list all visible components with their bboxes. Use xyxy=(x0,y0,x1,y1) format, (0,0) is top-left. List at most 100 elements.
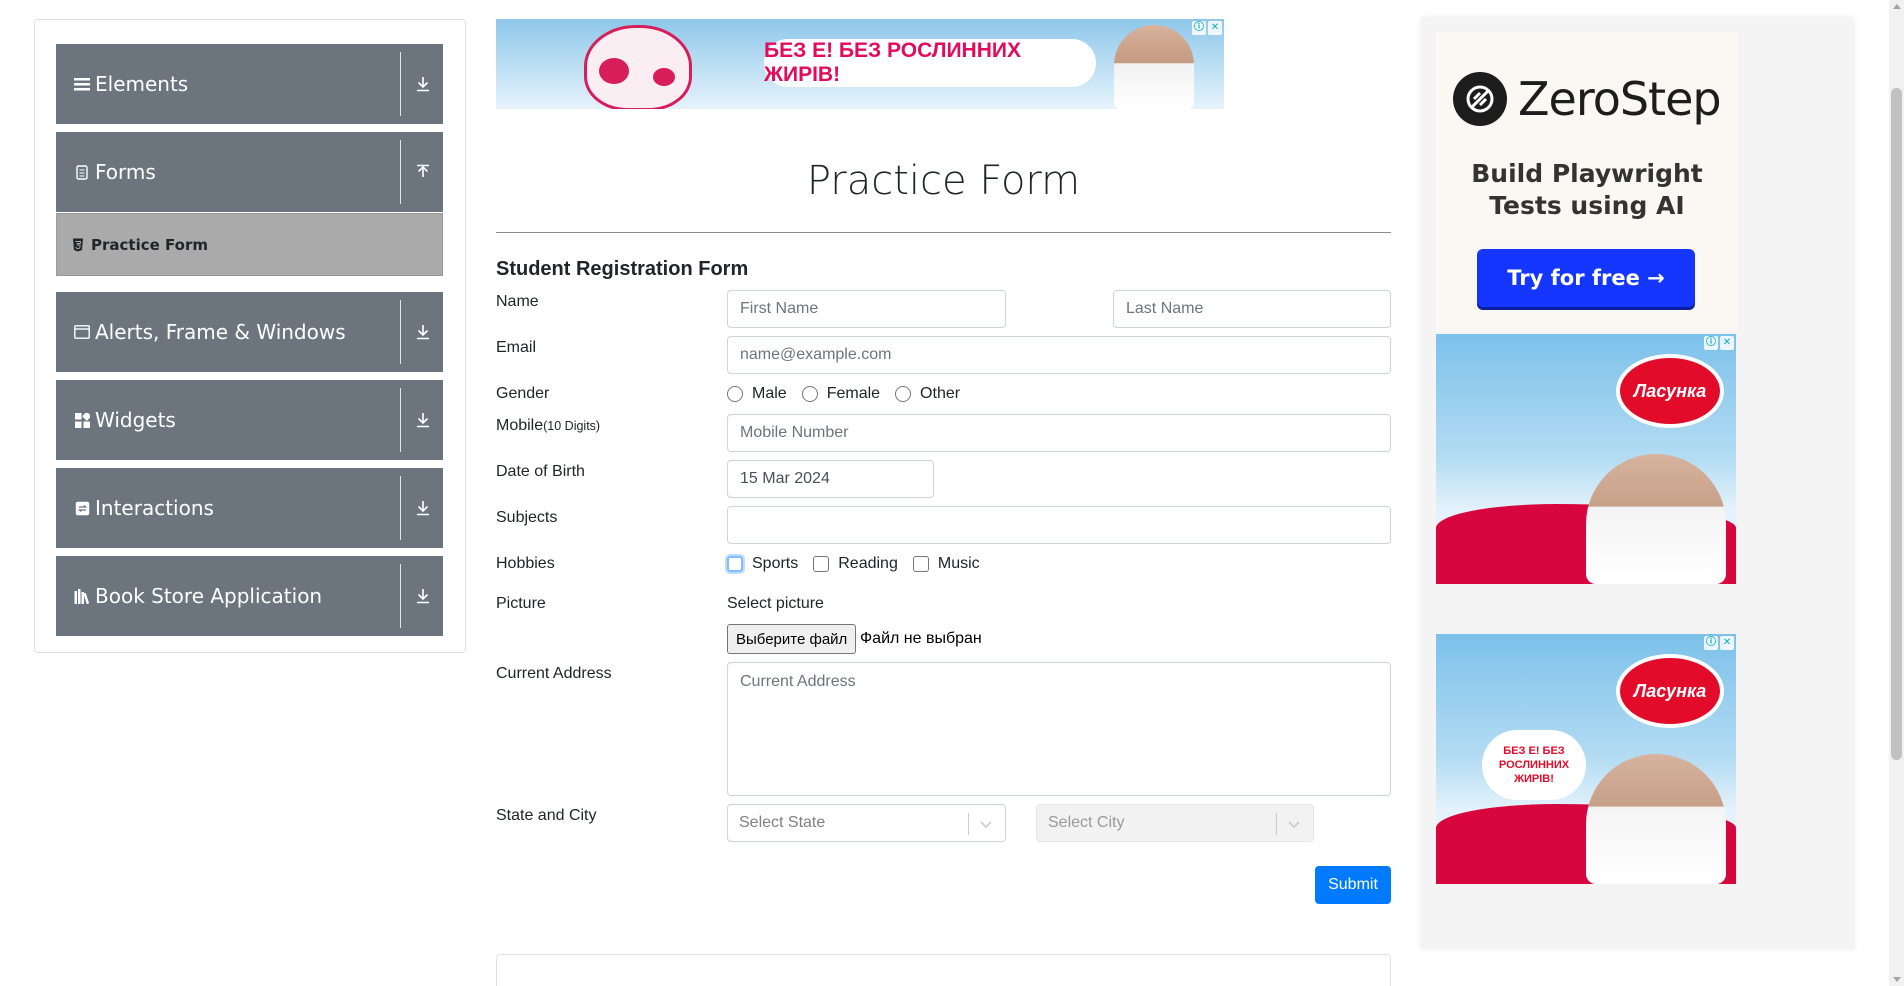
zerostep-brand-name: ZeroStep xyxy=(1518,72,1722,126)
chevron-down-icon[interactable] xyxy=(1285,815,1303,833)
group-divider xyxy=(400,388,401,452)
sidebar-group-label: Book Store Application xyxy=(95,584,323,608)
mobile-input[interactable]: Mobile Number xyxy=(727,414,1391,452)
sidebar-panel: Elements Forms Practice Form Alerts, Fra… xyxy=(34,19,466,653)
download-arrow-icon[interactable] xyxy=(411,496,435,520)
banner-ad-text: БЕЗ Е! БЕЗ РОСЛИННИХ ЖИРІВ! xyxy=(764,39,1096,87)
gender-other-option[interactable]: Other xyxy=(895,385,960,403)
sidebar-group-alerts[interactable]: Alerts, Frame & Windows xyxy=(56,292,443,372)
zerostep-tagline: Build Playwright Tests using AI xyxy=(1436,158,1738,222)
ad-badges: ⓘ ✕ xyxy=(1704,336,1734,350)
download-arrow-icon[interactable] xyxy=(411,320,435,344)
ad-close-icon[interactable]: ✕ xyxy=(1720,336,1734,350)
ad-badges: ⓘ ✕ xyxy=(1704,636,1734,650)
hobby-sports-option[interactable]: Sports xyxy=(727,555,798,573)
document-icon xyxy=(73,163,91,181)
city-select[interactable]: Select City xyxy=(1036,804,1314,842)
date-of-birth-input[interactable]: 15 Mar 2024 xyxy=(727,460,934,498)
form-heading: Student Registration Form xyxy=(496,258,749,280)
sidebar-group-forms[interactable]: Forms xyxy=(56,132,443,212)
sidebar-group-label: Alerts, Frame & Windows xyxy=(95,320,346,344)
email-input[interactable]: name@example.com xyxy=(727,336,1391,374)
ad-close-icon[interactable]: ✕ xyxy=(1720,636,1734,650)
radio-label: Female xyxy=(826,385,881,402)
mobile-label-text: Mobile xyxy=(496,417,544,434)
scroll-thumb[interactable] xyxy=(1891,88,1902,760)
subjects-label: Subjects xyxy=(496,509,558,526)
address-label: Current Address xyxy=(496,665,612,682)
gender-radio-group: Male Female Other xyxy=(727,385,975,403)
upload-arrow-icon[interactable] xyxy=(411,160,435,184)
state-city-label: State and City xyxy=(496,807,597,824)
name-label: Name xyxy=(496,293,539,310)
download-arrow-icon[interactable] xyxy=(411,408,435,432)
sidebar-group-label: Elements xyxy=(95,72,189,96)
html5-icon xyxy=(71,238,85,252)
ad-info-icon[interactable]: ⓘ xyxy=(1704,636,1718,650)
lasunka-ad-2[interactable]: Ласунка БЕЗ Е! БЕЗ РОСЛИННИХ ЖИРІВ! ⓘ ✕ xyxy=(1436,634,1736,884)
chevron-down-icon[interactable] xyxy=(977,815,995,833)
group-divider xyxy=(400,52,401,116)
dob-label: Date of Birth xyxy=(496,463,585,480)
sidebar-item-practice-form[interactable]: Practice Form xyxy=(56,213,443,276)
checkbox[interactable] xyxy=(727,556,743,572)
checkbox-label: Music xyxy=(937,555,980,572)
gender-label: Gender xyxy=(496,385,550,402)
ad-info-icon[interactable]: ⓘ xyxy=(1192,21,1206,35)
checkbox-label: Reading xyxy=(838,555,898,572)
sidebar-item-label: Practice Form xyxy=(91,235,208,254)
page-title: Practice Form xyxy=(806,158,1081,204)
city-select-placeholder: Select City xyxy=(1048,814,1125,831)
lasunka-ad-1[interactable]: Ласунка ⓘ ✕ xyxy=(1436,334,1736,584)
sidebar-group-label: Interactions xyxy=(95,496,214,520)
zerostep-tagline-line1: Build Playwright xyxy=(1471,159,1703,188)
radio-button[interactable] xyxy=(727,386,743,402)
page-scrollbar[interactable] xyxy=(1889,0,1904,986)
hobby-music-option[interactable]: Music xyxy=(912,555,980,573)
top-banner-ad[interactable]: БЕЗ Е! БЕЗ РОСЛИННИХ ЖИРІВ! ⓘ ✕ xyxy=(496,19,1224,109)
sidebar-group-elements[interactable]: Elements xyxy=(56,44,443,124)
group-divider xyxy=(400,476,401,540)
sidebar-group-interactions[interactable]: Interactions xyxy=(56,468,443,548)
checkbox[interactable] xyxy=(813,556,830,572)
last-name-input[interactable]: Last Name xyxy=(1113,290,1391,328)
zerostep-logo-icon xyxy=(1453,72,1507,126)
title-divider xyxy=(496,232,1391,233)
hobby-reading-option[interactable]: Reading xyxy=(813,555,898,573)
sidebar-group-book-store[interactable]: Book Store Application xyxy=(56,556,443,636)
checkbox[interactable] xyxy=(912,556,929,572)
first-name-input[interactable]: First Name xyxy=(727,290,1006,328)
radio-button[interactable] xyxy=(801,386,818,402)
sidebar-group-widgets[interactable]: Widgets xyxy=(56,380,443,460)
zerostep-ad[interactable]: ZeroStep Build Playwright Tests using AI… xyxy=(1436,32,1738,332)
ad-close-icon[interactable]: ✕ xyxy=(1208,21,1222,35)
banner-person-image xyxy=(1114,25,1194,109)
zerostep-tagline-line2: Tests using AI xyxy=(1489,191,1685,220)
current-address-textarea[interactable]: Current Address xyxy=(727,662,1391,796)
ad-info-icon[interactable]: ⓘ xyxy=(1704,336,1718,350)
state-select[interactable]: Select State xyxy=(727,804,1006,842)
subjects-input[interactable] xyxy=(727,506,1391,544)
menu-lines-icon xyxy=(73,75,91,93)
email-label: Email xyxy=(496,339,537,356)
choose-file-button[interactable]: Выберите файл xyxy=(727,624,857,654)
checkbox-label: Sports xyxy=(752,555,799,572)
sidebar-group-label: Widgets xyxy=(95,408,176,432)
submit-button[interactable]: Submit xyxy=(1315,866,1391,904)
file-status-text: Файл не выбран xyxy=(860,630,982,647)
ad-person-image xyxy=(1586,754,1726,884)
download-arrow-icon[interactable] xyxy=(411,72,435,96)
try-for-free-button[interactable]: Try for free → xyxy=(1477,249,1695,307)
ad-badges: ⓘ ✕ xyxy=(1192,21,1222,35)
interaction-icon xyxy=(73,499,91,517)
group-divider xyxy=(400,564,401,628)
radio-button[interactable] xyxy=(895,386,912,402)
gender-male-option[interactable]: Male xyxy=(727,385,787,403)
scroll-down-arrow-icon[interactable] xyxy=(1893,977,1901,982)
scroll-up-arrow-icon[interactable] xyxy=(1893,4,1901,9)
lasunka-logo: Ласунка xyxy=(1616,654,1724,728)
cow-mascot-image xyxy=(584,25,692,109)
radio-label: Other xyxy=(920,385,961,402)
download-arrow-icon[interactable] xyxy=(411,584,435,608)
gender-female-option[interactable]: Female xyxy=(801,385,881,403)
